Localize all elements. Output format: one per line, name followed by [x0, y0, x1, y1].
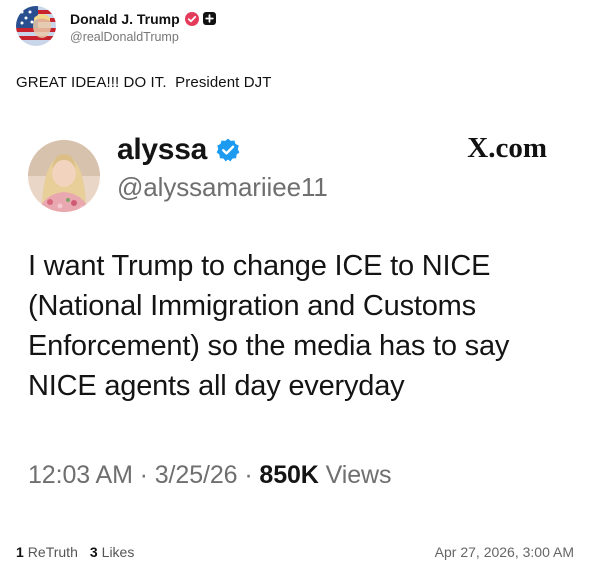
retruths-count: 1	[16, 544, 24, 560]
embed-views-count: 850K	[259, 461, 319, 489]
author-name-row: Donald J. Trump	[70, 9, 216, 29]
embedded-image[interactable]: alyssa @alyssamariiee11 X.com I want Tru…	[0, 118, 590, 518]
embed-display-name: alyssa	[117, 133, 207, 166]
retruths-label: ReTruth	[27, 544, 78, 560]
embed-handle: @alyssamariiee11	[117, 172, 328, 202]
embed-name-row: alyssa	[117, 130, 241, 170]
embed-date: 3/25/26	[154, 461, 238, 489]
embed-meta: 12:03 AM · 3/25/26 · 850K Views	[28, 461, 391, 490]
embed-views-label: Views	[325, 461, 392, 489]
embed-body-line: (National Immigration and Customs	[28, 290, 476, 322]
author-avatar[interactable]	[16, 6, 56, 46]
author-display-name[interactable]: Donald J. Trump	[70, 11, 180, 27]
author-identity: Donald J. Trump @realDonaldTrump	[70, 9, 216, 44]
meta-separator: ·	[132, 461, 155, 489]
embed-time: 12:03 AM	[28, 461, 133, 489]
plus-square-icon[interactable]	[202, 12, 216, 25]
post-header: Donald J. Trump @realDonaldTrump	[16, 4, 216, 48]
post-timestamp[interactable]: Apr 27, 2026, 3:00 AM	[435, 544, 574, 560]
embed-body-line: I want Trump to change ICE to NICE	[28, 250, 491, 282]
retruths-stat[interactable]: 1 ReTruth	[16, 544, 78, 560]
embed-profile-photo	[28, 140, 100, 212]
likes-label: Likes	[101, 544, 135, 560]
embed-domain: X.com	[467, 132, 547, 164]
embed-body: I want Trump to change ICE to NICE (Nati…	[28, 246, 573, 406]
likes-stat[interactable]: 3 Likes	[90, 544, 134, 560]
likes-count: 3	[89, 544, 98, 560]
flag-avatar-icon	[16, 6, 56, 46]
embed-body-line: NICE agents all day everyday	[28, 370, 405, 402]
post-text: GREAT IDEA!!! DO IT. President DJT	[16, 74, 272, 91]
embed-body-line: Enforcement) so the media has to say	[28, 330, 510, 362]
verified-badge-icon	[184, 11, 199, 26]
author-handle[interactable]: @realDonaldTrump	[70, 30, 216, 44]
verified-badge-icon	[215, 137, 241, 163]
post-footer: 1 ReTruth 3 Likes Apr 27, 2026, 3:00 AM	[16, 542, 574, 562]
meta-separator: ·	[237, 461, 260, 489]
